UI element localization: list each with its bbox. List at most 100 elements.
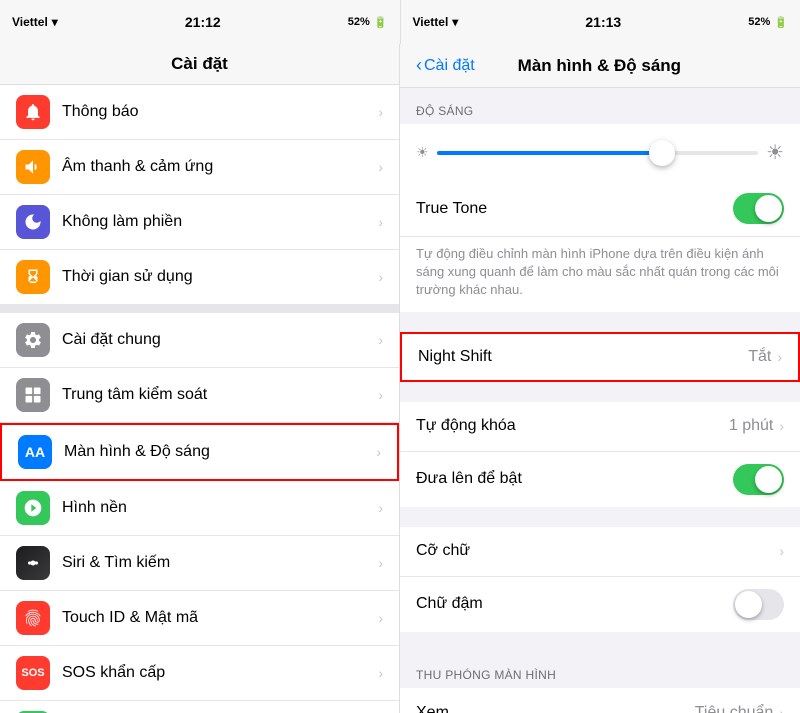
wallpaper-icon [16,491,50,525]
controlcenter-label: Trung tâm kiểm soát [62,386,370,404]
zoom-section-title: THU PHÓNG MÀN HÌNH [400,652,800,688]
text-group: Cỡ chữ › Chữ đậm [400,527,800,632]
display-chevron: › [376,444,381,460]
sounds-icon [16,150,50,184]
brightness-fill [437,151,662,155]
right-battery: 52% [748,16,770,28]
sidebar-item-siri[interactable]: Siri & Tìm kiếm › [0,536,399,591]
touchid-chevron: › [378,610,383,626]
brightness-row: ☀ ☀ [416,140,784,165]
settings-list: Thông báo › Âm thanh & cảm ứng › Khô [0,85,399,713]
zoom-view-row[interactable]: Xem Tiêu chuẩn › [400,688,800,713]
touchid-icon [16,601,50,635]
signal-icon: ▾ [452,15,458,29]
brightness-section-title: ĐỘ SÁNG [400,88,800,124]
left-panel-title: Cài đặt [171,54,228,73]
status-bars: Viettel ▾ 21:12 52% 🔋 Viettel ▾ 21:13 52… [0,0,800,44]
screentime-chevron: › [378,269,383,285]
right-time: 21:13 [585,14,621,30]
display-icon: AA [18,435,52,469]
true-tone-row: True Tone [400,181,800,237]
raise-wake-label: Đưa lên để bật [416,470,733,488]
sounds-label: Âm thanh & cảm ứng [62,158,370,176]
raise-wake-toggle-thumb [755,466,782,493]
separator-2 [400,382,800,402]
right-carrier: Viettel [413,15,449,29]
zoom-view-chevron: › [779,705,784,713]
sidebar-item-dnd[interactable]: Không làm phiền › [0,195,399,250]
zoom-group: Xem Tiêu chuẩn › [400,688,800,713]
bold-text-toggle[interactable] [733,589,784,620]
left-time: 21:12 [185,14,221,30]
sos-chevron: › [378,665,383,681]
back-button[interactable]: ‹ Cài đặt [416,55,475,76]
dnd-icon [16,205,50,239]
left-battery: 52% [348,16,370,28]
night-shift-chevron: › [777,349,782,365]
screentime-label: Thời gian sử dụng [62,268,370,286]
back-label: Cài đặt [424,57,475,75]
controlcenter-icon [16,378,50,412]
auto-lock-value: 1 phút [729,417,773,435]
night-shift-row[interactable]: Night Shift Tắt › [400,332,800,382]
separator-1 [400,312,800,332]
sidebar-item-sos[interactable]: SOS SOS khẩn cấp › [0,646,399,701]
bold-text-label: Chữ đậm [416,595,733,613]
auto-lock-label: Tự động khóa [416,417,729,435]
night-shift-group: Night Shift Tắt › [400,332,800,382]
true-tone-group: True Tone Tự động điều chỉnh màn hình iP… [400,181,800,312]
right-panel: ‹ Cài đặt Màn hình & Độ sáng ĐỘ SÁNG ☀ ☀ [400,44,800,713]
left-carrier: Viettel [12,15,48,29]
right-panel-title: Màn hình & Độ sáng [475,56,724,76]
general-icon [16,323,50,357]
sidebar-item-battery[interactable]: Pin › [0,701,399,713]
general-chevron: › [378,332,383,348]
right-panel-header: ‹ Cài đặt Màn hình & Độ sáng [400,44,800,88]
sidebar-item-notifications[interactable]: Thông báo › [0,85,399,140]
sidebar-item-general[interactable]: Cài đặt chung › [0,313,399,368]
bold-text-toggle-thumb [735,591,762,618]
true-tone-toggle[interactable] [733,193,784,224]
sidebar-item-sounds[interactable]: Âm thanh & cảm ứng › [0,140,399,195]
night-shift-label: Night Shift [418,348,748,366]
siri-icon [16,546,50,580]
brightness-slider[interactable] [437,151,759,155]
bold-text-row: Chữ đậm [400,577,800,632]
sun-small-icon: ☀ [416,144,429,161]
siri-label: Siri & Tìm kiếm [62,554,370,572]
zoom-view-label: Xem [416,704,695,713]
battery-icon: 🔋 [374,16,388,29]
screentime-icon [16,260,50,294]
auto-lock-row[interactable]: Tự động khóa 1 phút › [400,402,800,452]
dnd-chevron: › [378,214,383,230]
sidebar-item-display[interactable]: AA Màn hình & Độ sáng › [0,423,399,481]
font-size-row[interactable]: Cỡ chữ › [400,527,800,577]
raise-wake-toggle[interactable] [733,464,784,495]
sidebar-item-wallpaper[interactable]: Hình nền › [0,481,399,536]
true-tone-label: True Tone [416,200,733,218]
sidebar-item-controlcenter[interactable]: Trung tâm kiểm soát › [0,368,399,423]
font-size-label: Cỡ chữ [416,542,779,560]
true-tone-toggle-thumb [755,195,782,222]
right-panel-content: ĐỘ SÁNG ☀ ☀ True Tone [400,88,800,713]
display-label: Màn hình & Độ sáng [64,443,368,461]
settings-group-1: Thông báo › Âm thanh & cảm ứng › Khô [0,85,399,305]
night-shift-value: Tắt [748,348,771,366]
separator-3 [400,507,800,527]
sounds-chevron: › [378,159,383,175]
separator-4 [400,632,800,652]
controlcenter-chevron: › [378,387,383,403]
brightness-section: ☀ ☀ [400,124,800,181]
left-status-bar: Viettel ▾ 21:12 52% 🔋 [0,0,401,44]
siri-chevron: › [378,555,383,571]
wallpaper-chevron: › [378,500,383,516]
sidebar-item-touchid[interactable]: Touch ID & Mật mã › [0,591,399,646]
auto-lock-chevron: › [779,418,784,434]
dnd-label: Không làm phiền [62,213,370,231]
sidebar-item-screentime[interactable]: Thời gian sử dụng › [0,250,399,305]
wifi-icon: ▾ [52,15,58,29]
font-size-chevron: › [779,543,784,559]
touchid-label: Touch ID & Mật mã [62,609,370,627]
brightness-thumb [649,140,675,166]
raise-wake-row: Đưa lên để bật [400,452,800,507]
